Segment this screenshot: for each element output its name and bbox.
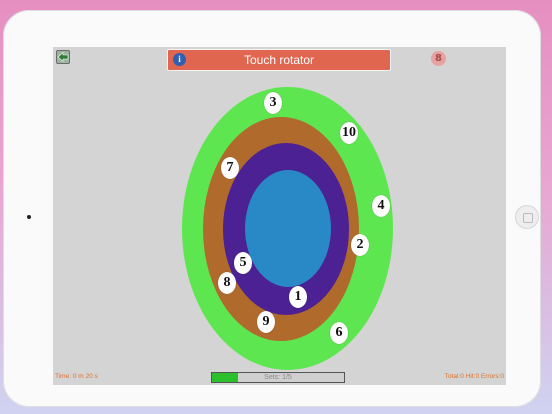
trophy-icon[interactable]: 8: [431, 51, 446, 66]
game-screen: i Touch rotator 8 3 10 7 4 2 5 8 1 9 6 T…: [53, 47, 506, 385]
elapsed-time: Time: 0 m 20 s: [55, 373, 98, 380]
target-8[interactable]: 8: [218, 272, 236, 294]
game-title: Touch rotator: [243, 53, 315, 67]
sets-progress-bar: Sets: 1/5: [211, 372, 345, 383]
target-7[interactable]: 7: [221, 157, 239, 179]
target-2[interactable]: 2: [351, 234, 369, 256]
back-button[interactable]: [56, 50, 70, 64]
title-bar: i Touch rotator: [167, 49, 391, 71]
tablet-frame: i Touch rotator 8 3 10 7 4 2 5 8 1 9 6 T…: [3, 10, 541, 407]
home-button[interactable]: [515, 205, 539, 229]
center-circle: [245, 170, 331, 287]
target-1[interactable]: 1: [289, 286, 307, 308]
target-6[interactable]: 6: [330, 322, 348, 344]
score-summary: Total:0 Hit:0 Errors:0: [444, 373, 504, 380]
back-arrow-icon: [57, 51, 69, 63]
target-4[interactable]: 4: [372, 195, 390, 217]
target-5[interactable]: 5: [234, 252, 252, 274]
target-3[interactable]: 3: [264, 92, 282, 114]
target-10[interactable]: 10: [340, 122, 358, 144]
progress-label: Sets: 1/5: [264, 374, 292, 381]
target-9[interactable]: 9: [257, 311, 275, 333]
camera-dot: [27, 215, 31, 219]
